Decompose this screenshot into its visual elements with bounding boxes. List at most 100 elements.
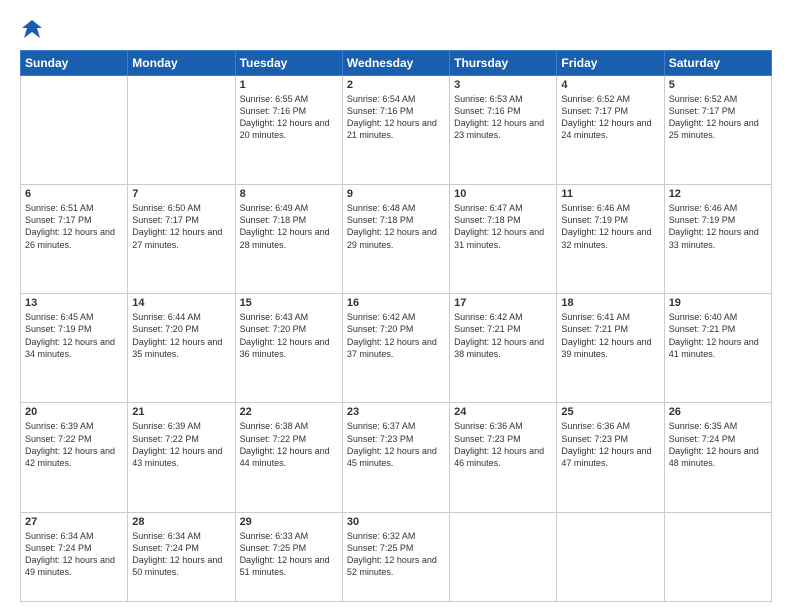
calendar-cell: 13 Sunrise: 6:45 AM Sunset: 7:19 PM Dayli… — [21, 294, 128, 403]
day-info: Sunrise: 6:32 AM Sunset: 7:25 PM Dayligh… — [347, 530, 445, 579]
day-info: Sunrise: 6:35 AM Sunset: 7:24 PM Dayligh… — [669, 420, 767, 469]
day-info: Sunrise: 6:46 AM Sunset: 7:19 PM Dayligh… — [561, 202, 659, 251]
header — [20, 18, 772, 40]
calendar-cell — [450, 512, 557, 601]
calendar-cell: 8 Sunrise: 6:49 AM Sunset: 7:18 PM Daylig… — [235, 185, 342, 294]
day-number: 28 — [132, 516, 230, 528]
calendar-cell: 30 Sunrise: 6:32 AM Sunset: 7:25 PM Dayli… — [342, 512, 449, 601]
day-number: 15 — [240, 297, 338, 309]
calendar-cell: 12 Sunrise: 6:46 AM Sunset: 7:19 PM Dayli… — [664, 185, 771, 294]
day-number: 12 — [669, 188, 767, 200]
day-number: 8 — [240, 188, 338, 200]
day-number: 3 — [454, 79, 552, 91]
day-number: 7 — [132, 188, 230, 200]
weekday-header-tuesday: Tuesday — [235, 51, 342, 76]
calendar-cell: 10 Sunrise: 6:47 AM Sunset: 7:18 PM Dayli… — [450, 185, 557, 294]
day-info: Sunrise: 6:50 AM Sunset: 7:17 PM Dayligh… — [132, 202, 230, 251]
calendar-cell: 28 Sunrise: 6:34 AM Sunset: 7:24 PM Dayli… — [128, 512, 235, 601]
day-number: 30 — [347, 516, 445, 528]
day-number: 1 — [240, 79, 338, 91]
day-info: Sunrise: 6:39 AM Sunset: 7:22 PM Dayligh… — [25, 420, 123, 469]
day-number: 26 — [669, 406, 767, 418]
day-number: 9 — [347, 188, 445, 200]
weekday-header-friday: Friday — [557, 51, 664, 76]
calendar-cell — [557, 512, 664, 601]
day-info: Sunrise: 6:53 AM Sunset: 7:16 PM Dayligh… — [454, 93, 552, 142]
day-info: Sunrise: 6:39 AM Sunset: 7:22 PM Dayligh… — [132, 420, 230, 469]
day-number: 10 — [454, 188, 552, 200]
calendar-cell: 20 Sunrise: 6:39 AM Sunset: 7:22 PM Dayli… — [21, 403, 128, 512]
calendar-cell: 11Sunrise: 6:46 AM Sunset: 7:19 PM Dayli… — [557, 185, 664, 294]
day-info: Sunrise: 6:33 AM Sunset: 7:25 PM Dayligh… — [240, 530, 338, 579]
day-info: Sunrise: 6:46 AM Sunset: 7:19 PM Dayligh… — [669, 202, 767, 251]
day-number: 13 — [25, 297, 123, 309]
calendar-cell: 3 Sunrise: 6:53 AM Sunset: 7:16 PM Daylig… — [450, 76, 557, 185]
calendar-cell: 19 Sunrise: 6:40 AM Sunset: 7:21 PM Dayli… — [664, 294, 771, 403]
day-number: 2 — [347, 79, 445, 91]
calendar-cell: 1Sunrise: 6:55 AM Sunset: 7:16 PM Daylig… — [235, 76, 342, 185]
day-info: Sunrise: 6:54 AM Sunset: 7:16 PM Dayligh… — [347, 93, 445, 142]
calendar-cell: 14Sunrise: 6:44 AM Sunset: 7:20 PM Dayli… — [128, 294, 235, 403]
calendar-cell — [128, 76, 235, 185]
day-info: Sunrise: 6:34 AM Sunset: 7:24 PM Dayligh… — [25, 530, 123, 579]
week-row-5: 27 Sunrise: 6:34 AM Sunset: 7:24 PM Dayli… — [21, 512, 772, 601]
calendar-table: SundayMondayTuesdayWednesdayThursdayFrid… — [20, 50, 772, 602]
day-number: 23 — [347, 406, 445, 418]
day-info: Sunrise: 6:48 AM Sunset: 7:18 PM Dayligh… — [347, 202, 445, 251]
day-number: 29 — [240, 516, 338, 528]
calendar-cell: 17Sunrise: 6:42 AM Sunset: 7:21 PM Dayli… — [450, 294, 557, 403]
day-number: 19 — [669, 297, 767, 309]
weekday-header-monday: Monday — [128, 51, 235, 76]
day-info: Sunrise: 6:51 AM Sunset: 7:17 PM Dayligh… — [25, 202, 123, 251]
day-number: 27 — [25, 516, 123, 528]
calendar-cell: 24 Sunrise: 6:36 AM Sunset: 7:23 PM Dayli… — [450, 403, 557, 512]
day-number: 5 — [669, 79, 767, 91]
day-info: Sunrise: 6:42 AM Sunset: 7:20 PM Dayligh… — [347, 311, 445, 360]
day-info: Sunrise: 6:52 AM Sunset: 7:17 PM Dayligh… — [561, 93, 659, 142]
logo — [20, 18, 42, 40]
calendar-cell: 25Sunrise: 6:36 AM Sunset: 7:23 PM Dayli… — [557, 403, 664, 512]
day-info: Sunrise: 6:47 AM Sunset: 7:18 PM Dayligh… — [454, 202, 552, 251]
week-row-4: 20 Sunrise: 6:39 AM Sunset: 7:22 PM Dayli… — [21, 403, 772, 512]
calendar-cell: 9 Sunrise: 6:48 AM Sunset: 7:18 PM Daylig… — [342, 185, 449, 294]
day-number: 4 — [561, 79, 659, 91]
day-number: 17 — [454, 297, 552, 309]
day-info: Sunrise: 6:52 AM Sunset: 7:17 PM Dayligh… — [669, 93, 767, 142]
weekday-header-thursday: Thursday — [450, 51, 557, 76]
calendar-cell: 6 Sunrise: 6:51 AM Sunset: 7:17 PM Daylig… — [21, 185, 128, 294]
day-number: 6 — [25, 188, 123, 200]
day-number: 24 — [454, 406, 552, 418]
day-number: 16 — [347, 297, 445, 309]
day-info: Sunrise: 6:36 AM Sunset: 7:23 PM Dayligh… — [454, 420, 552, 469]
week-row-2: 6 Sunrise: 6:51 AM Sunset: 7:17 PM Daylig… — [21, 185, 772, 294]
day-info: Sunrise: 6:49 AM Sunset: 7:18 PM Dayligh… — [240, 202, 338, 251]
day-info: Sunrise: 6:41 AM Sunset: 7:21 PM Dayligh… — [561, 311, 659, 360]
calendar-cell: 23 Sunrise: 6:37 AM Sunset: 7:23 PM Dayli… — [342, 403, 449, 512]
calendar-cell: 27 Sunrise: 6:34 AM Sunset: 7:24 PM Dayli… — [21, 512, 128, 601]
day-info: Sunrise: 6:45 AM Sunset: 7:19 PM Dayligh… — [25, 311, 123, 360]
week-row-1: 1Sunrise: 6:55 AM Sunset: 7:16 PM Daylig… — [21, 76, 772, 185]
day-number: 22 — [240, 406, 338, 418]
day-number: 25 — [561, 406, 659, 418]
day-info: Sunrise: 6:40 AM Sunset: 7:21 PM Dayligh… — [669, 311, 767, 360]
day-number: 20 — [25, 406, 123, 418]
weekday-header-sunday: Sunday — [21, 51, 128, 76]
calendar-cell — [664, 512, 771, 601]
day-info: Sunrise: 6:38 AM Sunset: 7:22 PM Dayligh… — [240, 420, 338, 469]
day-info: Sunrise: 6:34 AM Sunset: 7:24 PM Dayligh… — [132, 530, 230, 579]
calendar-cell: 22 Sunrise: 6:38 AM Sunset: 7:22 PM Dayli… — [235, 403, 342, 512]
calendar-cell: 26 Sunrise: 6:35 AM Sunset: 7:24 PM Dayli… — [664, 403, 771, 512]
calendar-cell: 29 Sunrise: 6:33 AM Sunset: 7:25 PM Dayli… — [235, 512, 342, 601]
calendar-cell: 18Sunrise: 6:41 AM Sunset: 7:21 PM Dayli… — [557, 294, 664, 403]
weekday-header-saturday: Saturday — [664, 51, 771, 76]
weekday-header-wednesday: Wednesday — [342, 51, 449, 76]
page: SundayMondayTuesdayWednesdayThursdayFrid… — [0, 0, 792, 612]
calendar-cell: 16 Sunrise: 6:42 AM Sunset: 7:20 PM Dayli… — [342, 294, 449, 403]
calendar-cell: 21Sunrise: 6:39 AM Sunset: 7:22 PM Dayli… — [128, 403, 235, 512]
weekday-header-row: SundayMondayTuesdayWednesdayThursdayFrid… — [21, 51, 772, 76]
day-info: Sunrise: 6:37 AM Sunset: 7:23 PM Dayligh… — [347, 420, 445, 469]
calendar-cell: 2 Sunrise: 6:54 AM Sunset: 7:16 PM Daylig… — [342, 76, 449, 185]
day-info: Sunrise: 6:44 AM Sunset: 7:20 PM Dayligh… — [132, 311, 230, 360]
logo-bird-icon — [22, 18, 42, 40]
day-info: Sunrise: 6:43 AM Sunset: 7:20 PM Dayligh… — [240, 311, 338, 360]
